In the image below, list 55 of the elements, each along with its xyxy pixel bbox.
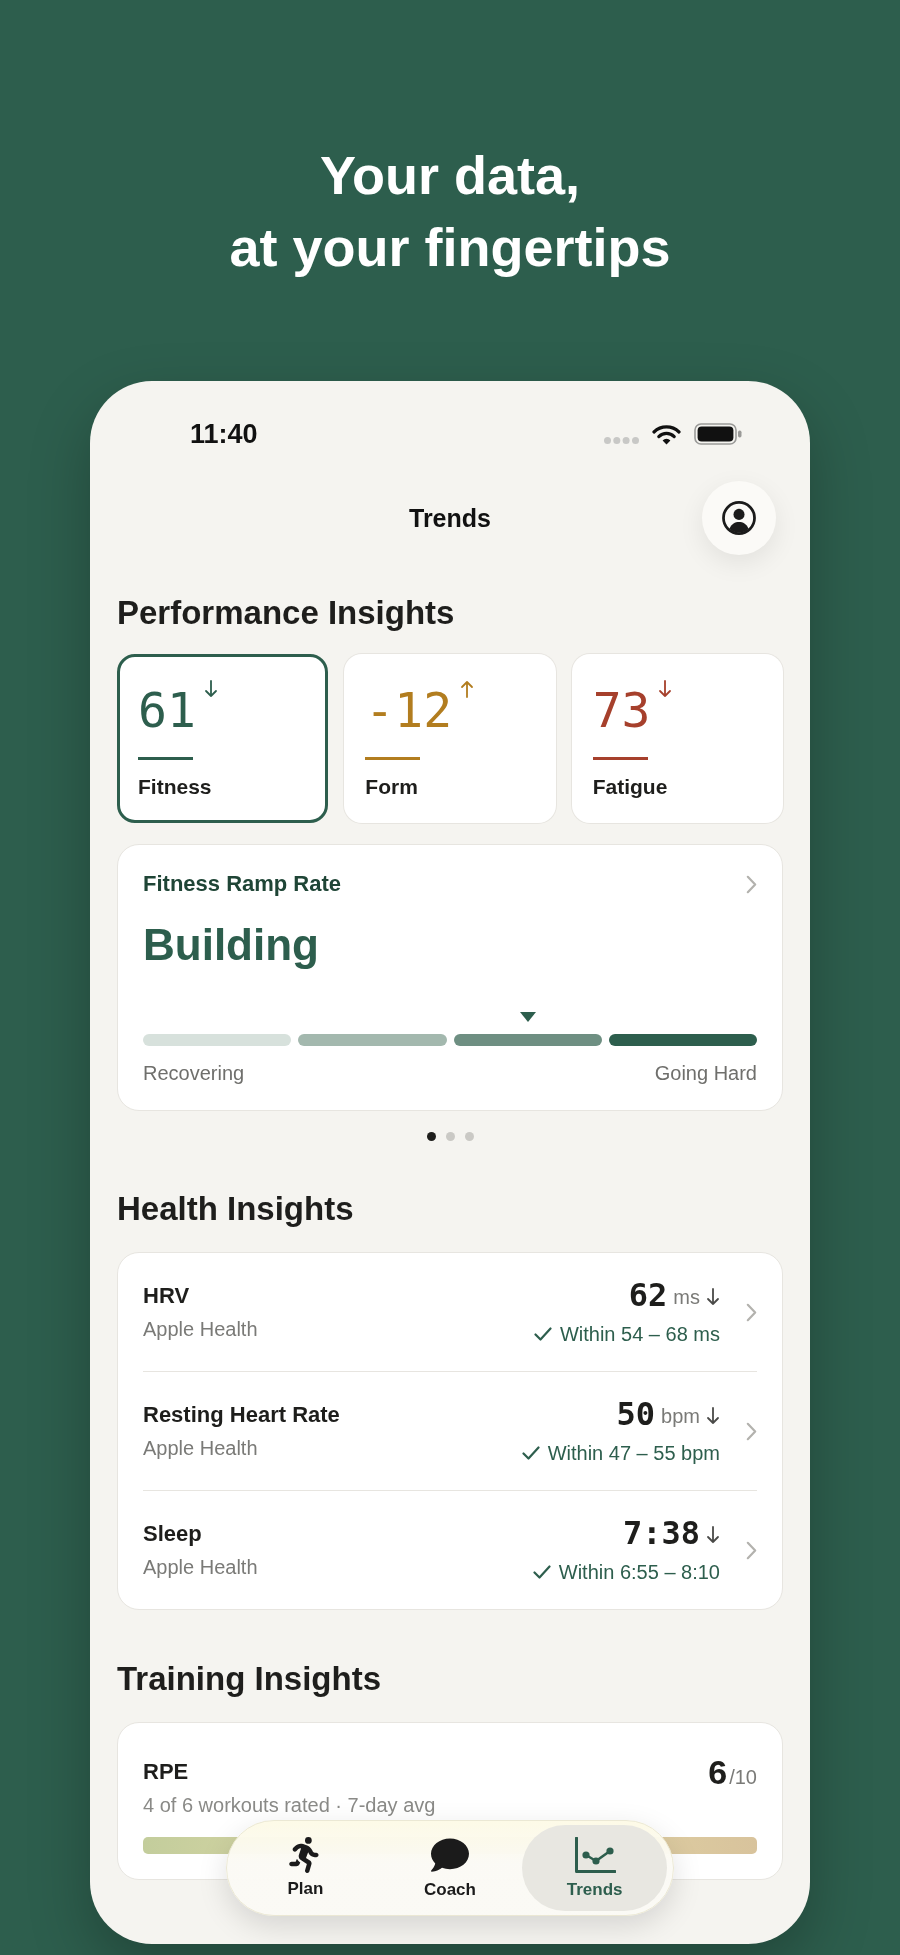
- signal-icon: [604, 436, 639, 444]
- metric-value: -12: [365, 682, 453, 738]
- range-label: Within 54 – 68 ms: [559, 1322, 720, 1347]
- range-label: Within 47 – 55 bpm: [547, 1441, 720, 1466]
- card-title: Fitness Ramp Rate: [143, 870, 342, 898]
- tab[interactable]: Trends: [522, 1825, 667, 1911]
- section-title: Health Insights: [117, 1189, 354, 1229]
- metric-value: 62: [628, 1277, 668, 1313]
- headline: Your data, at your fingertips: [229, 144, 671, 279]
- source-label: Apple Health: [143, 1436, 258, 1461]
- section-title: Training Insights: [117, 1659, 382, 1699]
- tab[interactable]: Coach: [377, 1825, 523, 1911]
- metric-value: 73: [592, 682, 651, 738]
- metric-card[interactable]: 61 Fitness: [117, 654, 329, 823]
- metric-value: 50: [616, 1396, 656, 1432]
- metric-value: 61: [138, 682, 196, 738]
- metric-label: Form: [365, 774, 418, 800]
- metric-name: RPE: [143, 1758, 189, 1786]
- screen-title: Trends: [409, 503, 491, 533]
- metric-value: 7:38: [622, 1515, 700, 1551]
- source-label: Apple Health: [143, 1317, 258, 1342]
- source-label: Apple Health: [143, 1555, 258, 1580]
- page-dot[interactable]: [426, 1132, 436, 1141]
- score-scale: /10: [729, 1765, 757, 1790]
- unit-label: ms: [673, 1285, 700, 1310]
- chevron-right-icon[interactable]: [746, 1540, 757, 1560]
- range-label: Within 6:55 – 8:10: [558, 1560, 720, 1585]
- chevron-right-icon: [746, 874, 757, 894]
- metric-name: Sleep: [143, 1520, 202, 1548]
- ramp-status: Building: [143, 919, 319, 971]
- page-dot[interactable]: [445, 1132, 455, 1141]
- section-title: Performance Insights: [117, 593, 455, 633]
- battery-icon: [694, 423, 742, 445]
- ramp-rate-card[interactable]: Fitness Ramp Rate Building Recovering Going Hard: [117, 844, 783, 1111]
- chevron-right-icon[interactable]: [746, 1421, 757, 1441]
- line-chart-icon: [573, 1836, 616, 1874]
- metric-label: Fatigue: [592, 774, 668, 800]
- marker-icon: [519, 1012, 536, 1022]
- account-icon: [722, 501, 756, 535]
- metric-card[interactable]: 73 Fatigue: [571, 654, 783, 823]
- status-time: 11:40: [190, 418, 258, 451]
- metric-label: Fitness: [138, 774, 212, 800]
- chevron-right-icon[interactable]: [746, 1302, 757, 1322]
- score-value: 6: [708, 1758, 728, 1786]
- wifi-icon: [652, 423, 681, 445]
- scale-max-label: Going Hard: [654, 1061, 757, 1086]
- speech-bubble-icon: [431, 1836, 469, 1874]
- card-subtitle: 4 of 6 workouts rated · 7-day avg: [143, 1793, 436, 1818]
- metric-name: HRV: [143, 1282, 190, 1310]
- unit-label: bpm: [661, 1404, 700, 1429]
- scale-min-label: Recovering: [143, 1061, 245, 1086]
- metric-card[interactable]: -12 Form: [344, 654, 556, 823]
- metric-name: Resting Heart Rate: [143, 1401, 340, 1429]
- page-dot[interactable]: [464, 1132, 474, 1141]
- tab[interactable]: Plan: [233, 1825, 378, 1911]
